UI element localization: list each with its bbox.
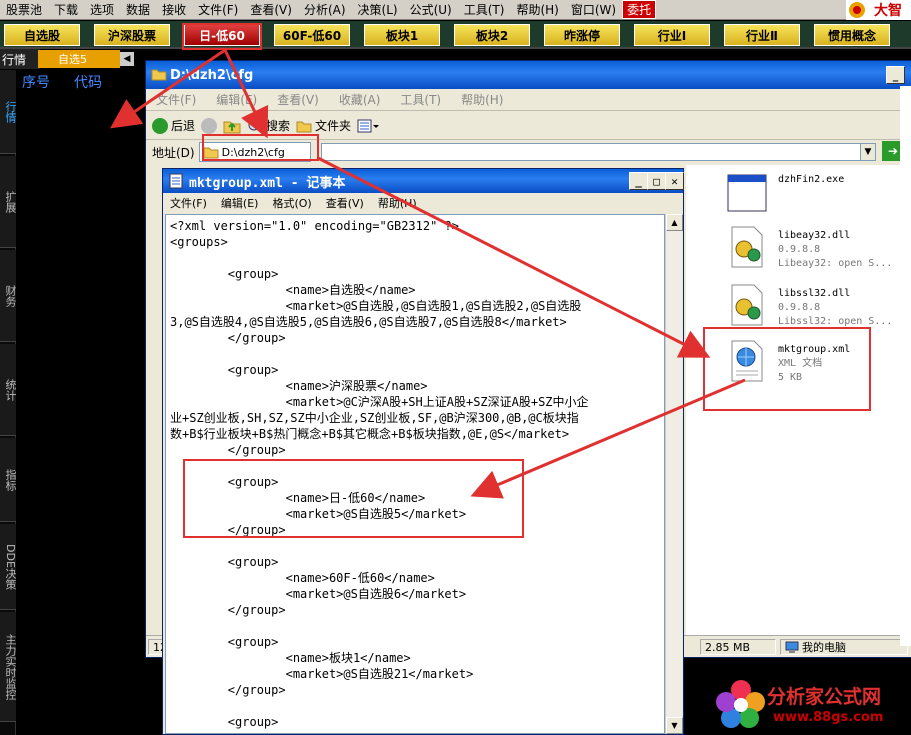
logo-url: www.88gs.com: [773, 710, 884, 725]
arrow-tab-to-quote: [110, 48, 226, 129]
arrow-file-to-xml: [470, 378, 746, 499]
annotation-arrows: [110, 48, 746, 499]
arrow-address-to-file: [317, 156, 711, 358]
logo-text: 分析家公式网: [767, 686, 882, 708]
site-logo: 分析家公式网 www.88gs.com: [715, 676, 911, 735]
arrow-tab-to-address: [223, 49, 269, 139]
flower-logo-icon: [716, 680, 765, 728]
